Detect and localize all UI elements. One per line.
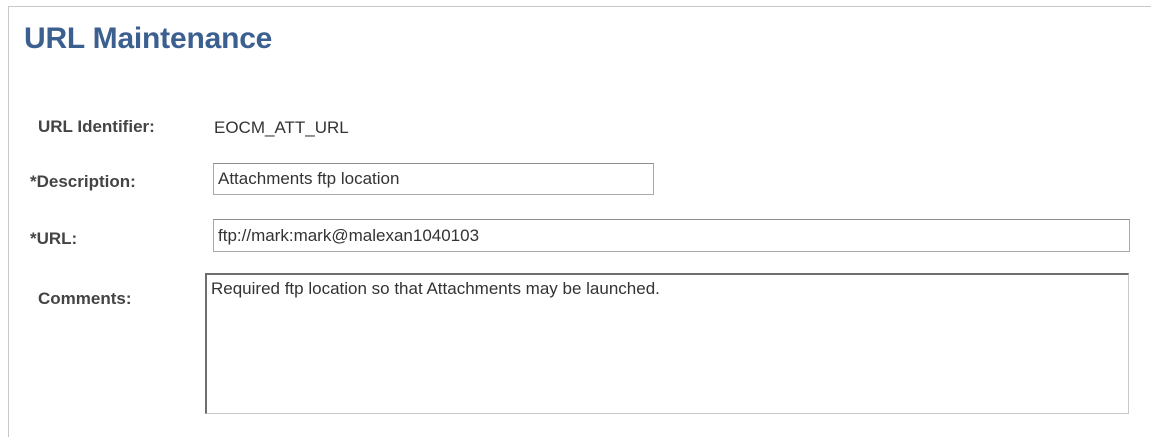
- comments-textarea[interactable]: Required ftp location so that Attachment…: [205, 273, 1129, 414]
- page-title: URL Maintenance: [24, 22, 273, 55]
- url-input[interactable]: [213, 219, 1130, 252]
- page-frame-left-border: [8, 6, 9, 437]
- url-identifier-label: URL Identifier:: [38, 117, 155, 136]
- page-frame-top-border: [8, 6, 1151, 7]
- url-label: *URL:: [30, 229, 78, 248]
- description-input[interactable]: [213, 163, 654, 195]
- description-label: *Description:: [30, 172, 136, 191]
- url-identifier-value: EOCM_ATT_URL: [214, 118, 349, 137]
- comments-label: Comments:: [38, 289, 132, 308]
